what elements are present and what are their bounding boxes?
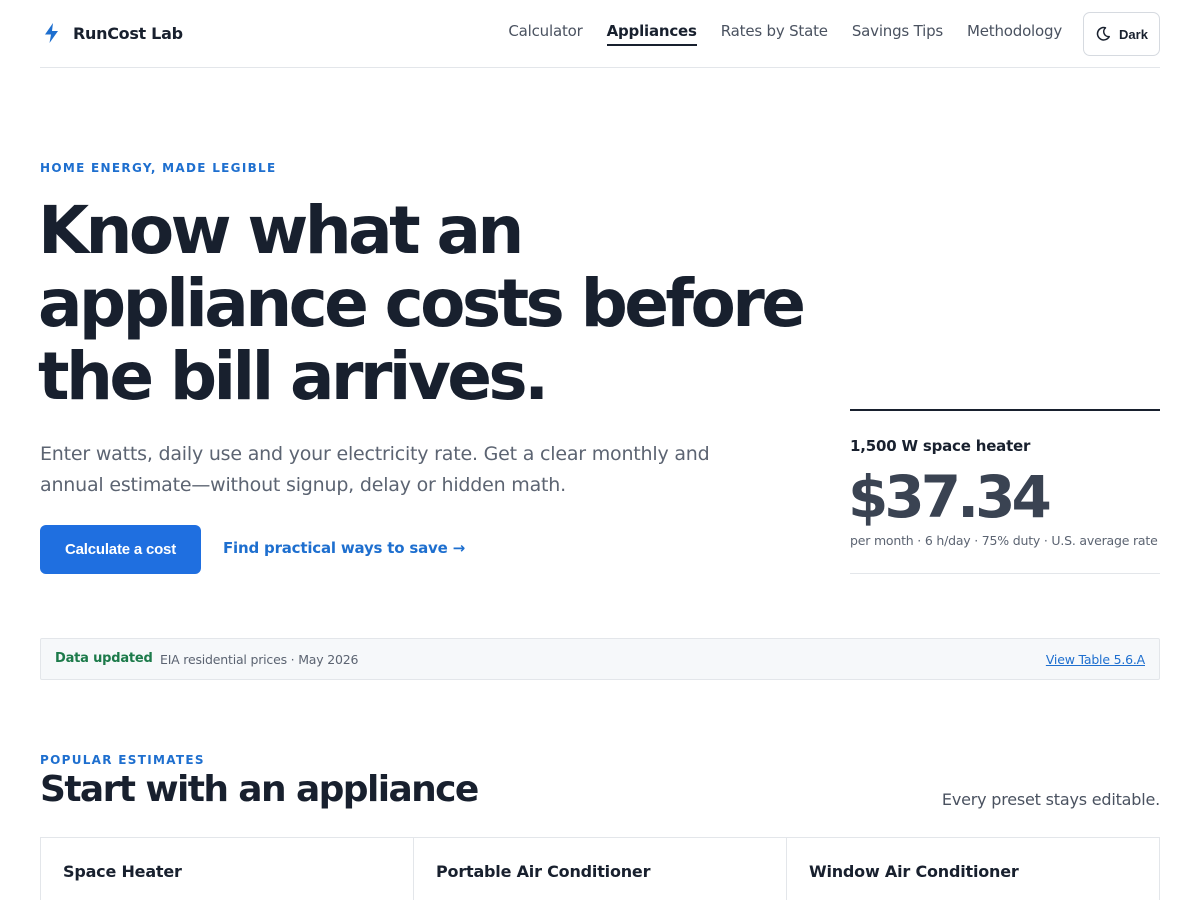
hero-subtitle: Enter watts, daily use and your electric… xyxy=(40,443,710,496)
data-source-text: EIA residential prices · May 2026 xyxy=(160,652,359,667)
popular-eyebrow: POPULAR ESTIMATES xyxy=(40,753,205,767)
data-updated-label: Data updated xyxy=(55,651,153,666)
appliance-cards: Space Heater Portable Air Conditioner Wi… xyxy=(40,837,1160,900)
savings-tips-link[interactable]: Find practical ways to save → xyxy=(223,539,465,557)
appliance-card-portable-ac[interactable]: Portable Air Conditioner xyxy=(414,838,787,900)
appliance-card-window-ac[interactable]: Window Air Conditioner xyxy=(787,838,1159,900)
nav-item-methodology[interactable]: Methodology xyxy=(967,22,1062,46)
estimate-label: 1,500 W space heater xyxy=(850,437,1031,455)
section-title: Start with an appliance xyxy=(40,769,479,810)
section-note: Every preset stays editable. xyxy=(941,790,1160,809)
view-table-link[interactable]: View Table 5.6.A xyxy=(1046,652,1145,667)
moon-icon xyxy=(1096,26,1110,41)
appliance-card-space-heater[interactable]: Space Heater xyxy=(41,838,414,900)
nav-item-appliances[interactable]: Appliances xyxy=(606,22,697,46)
hero-title: Know what an appliance costs before the … xyxy=(38,192,806,415)
data-updated-bar: Data updated EIA residential prices · Ma… xyxy=(40,638,1160,680)
card-title: Space Heater xyxy=(63,862,182,881)
main-nav: Calculator Appliances Rates by State Sav… xyxy=(484,22,1062,46)
card-title: Portable Air Conditioner xyxy=(436,862,651,881)
nav-item-rates-by-state[interactable]: Rates by State xyxy=(721,22,828,46)
nav-item-calculator[interactable]: Calculator xyxy=(508,22,582,46)
site-header: RunCost Lab Calculator Appliances Rates … xyxy=(40,0,1160,68)
dark-mode-toggle[interactable]: Dark xyxy=(1083,12,1160,56)
calculate-cost-button[interactable]: Calculate a cost xyxy=(40,525,201,574)
estimate-value: $37.34 xyxy=(848,463,1052,531)
featured-estimate: 1,500 W space heater $37.34 per month · … xyxy=(848,409,1160,574)
estimate-meta: per month · 6 h/day · 75% duty · U.S. av… xyxy=(850,533,1158,548)
card-title: Window Air Conditioner xyxy=(809,862,1019,881)
lightning-bolt-icon xyxy=(45,23,58,43)
brand[interactable]: RunCost Lab xyxy=(40,22,183,44)
brand-name: RunCost Lab xyxy=(73,23,183,43)
nav-item-savings-tips[interactable]: Savings Tips xyxy=(852,22,943,46)
hero-eyebrow: HOME ENERGY, MADE LEGIBLE xyxy=(40,161,277,175)
dark-mode-label: Dark xyxy=(1119,26,1148,42)
